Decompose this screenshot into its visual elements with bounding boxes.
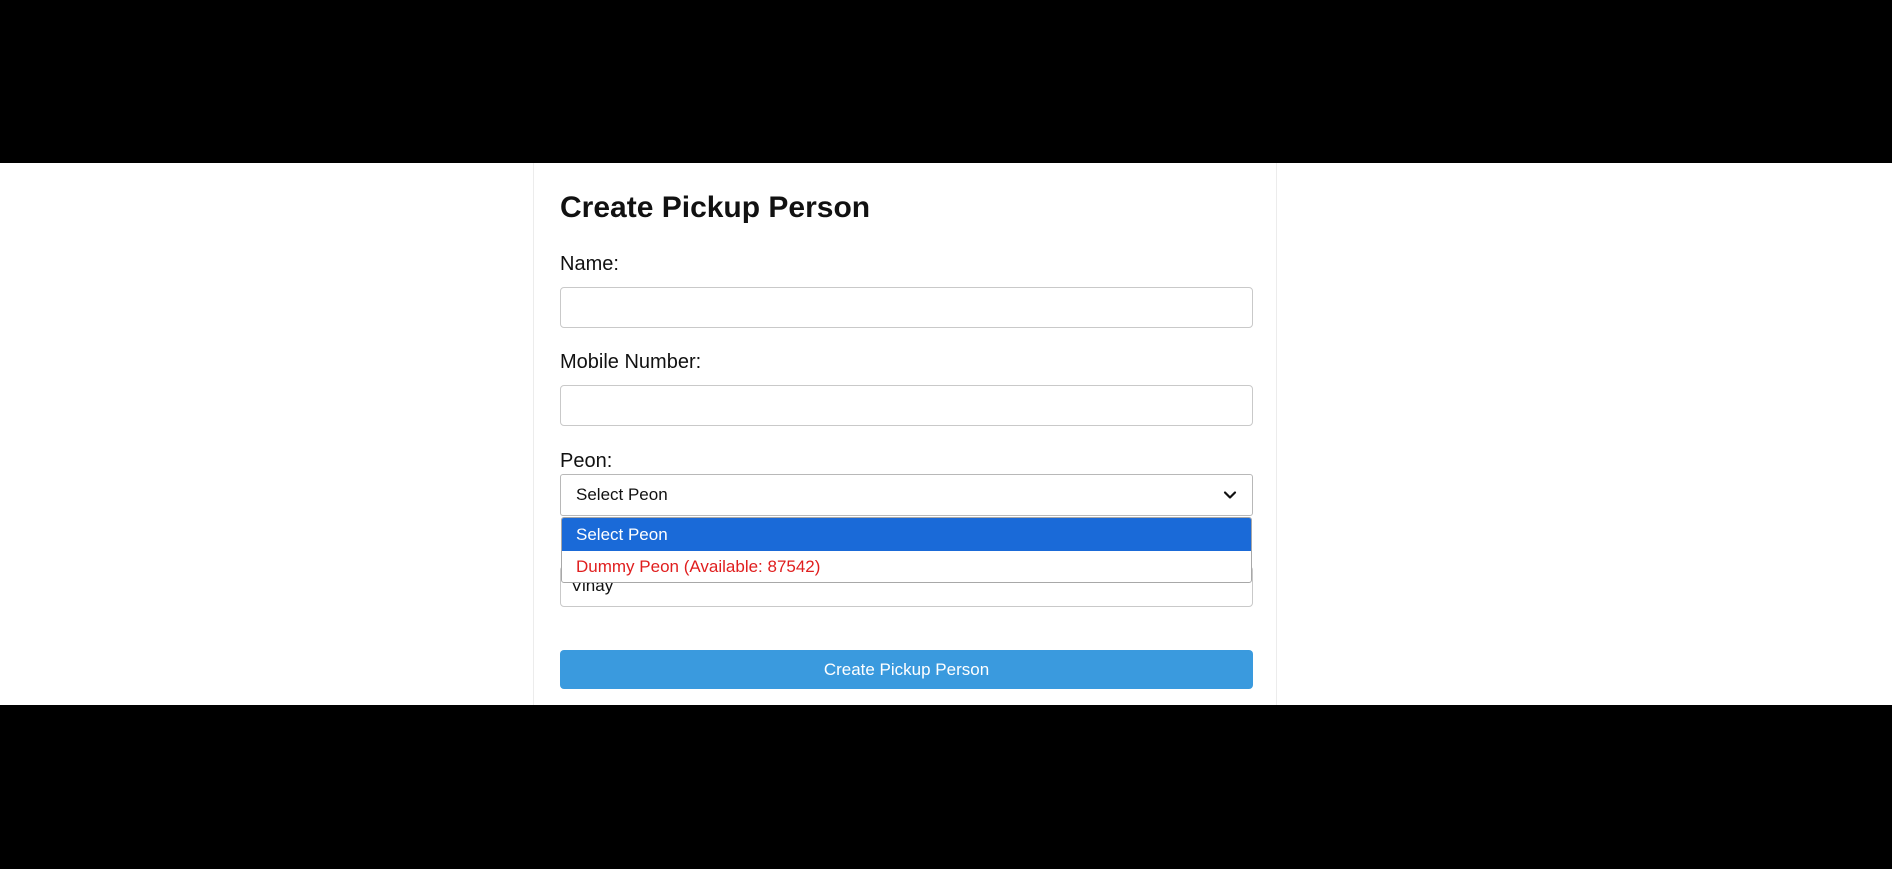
peon-select-value: Select Peon — [576, 485, 668, 504]
peon-dropdown-list: Select Peon Dummy Peon (Available: 87542… — [561, 517, 1252, 583]
peon-option-dummy-peon[interactable]: Dummy Peon (Available: 87542) — [562, 551, 1251, 582]
create-pickup-person-form: Create Pickup Person Name: Mobile Number… — [533, 163, 1277, 705]
mobile-number-label: Mobile Number: — [560, 351, 702, 373]
name-label: Name: — [560, 253, 619, 275]
page-title: Create Pickup Person — [560, 191, 871, 224]
create-pickup-person-button[interactable]: Create Pickup Person — [560, 650, 1253, 689]
peon-select[interactable]: Select Peon — [560, 474, 1253, 516]
mobile-number-field[interactable] — [560, 385, 1253, 426]
chevron-down-icon — [1223, 491, 1237, 499]
name-field[interactable] — [560, 287, 1253, 328]
peon-option-select-peon[interactable]: Select Peon — [562, 518, 1251, 551]
peon-label: Peon: — [560, 450, 613, 472]
page-viewport: Create Pickup Person Name: Mobile Number… — [0, 163, 1892, 705]
